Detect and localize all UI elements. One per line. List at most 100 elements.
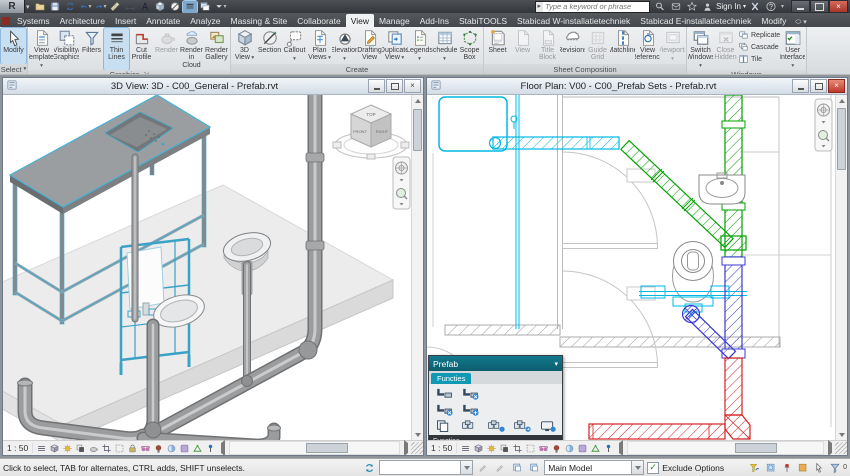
child-close-button[interactable]: × (828, 79, 845, 93)
viewcube[interactable]: TOP FRONT RIGHT (332, 104, 410, 160)
visibility-graphics-button[interactable]: Visibility/ Graphics (54, 28, 79, 70)
temporary-hide-icon[interactable] (537, 442, 549, 454)
duplicate-view-button[interactable]: Duplicate View ▾ (382, 28, 407, 64)
select-underlay-icon[interactable] (764, 461, 778, 474)
visual-style-icon[interactable] (48, 442, 60, 454)
cut-profile-button[interactable]: Cut Profile (129, 28, 154, 70)
active-workset-select[interactable] (379, 460, 474, 475)
tab-add-ins[interactable]: Add-Ins (415, 14, 454, 27)
tab-stabicad-e-installatietechniek[interactable]: Stabicad E-installatietechniek (635, 14, 756, 27)
child-restore-button[interactable] (386, 79, 403, 93)
temporary-view-properties-icon[interactable] (576, 442, 588, 454)
open-icon[interactable] (33, 1, 47, 13)
viewcube-front-label[interactable]: FRONT (353, 129, 367, 134)
filters-button[interactable]: Filters (79, 28, 104, 70)
chevron-down-icon[interactable] (631, 461, 644, 474)
tab-architecture[interactable]: Architecture (55, 14, 110, 27)
tab-annotate[interactable]: Annotate (141, 14, 185, 27)
select-links-icon[interactable] (748, 461, 762, 474)
tab-manage[interactable]: Manage (374, 14, 415, 27)
washbasin-plan[interactable] (698, 172, 746, 205)
search-icon[interactable] (653, 1, 666, 12)
render-gallery-button[interactable]: Render Gallery (204, 28, 229, 70)
child-close-button[interactable]: × (404, 79, 421, 93)
view-button[interactable]: View (510, 28, 535, 64)
design-options-pick-icon[interactable] (527, 461, 541, 474)
collapse-view-bar-icon[interactable] (218, 440, 228, 456)
modify-button[interactable]: Modify (0, 27, 27, 65)
design-option-select[interactable]: Main Model (544, 460, 645, 475)
tab-functies[interactable]: Functies (431, 373, 472, 384)
window-3d-title-bar[interactable]: 3D View: 3D - C00_General - Prefab.rvt × (3, 78, 423, 95)
child-minimize-button[interactable] (792, 79, 809, 93)
callout-button[interactable]: Callout ▾ (282, 28, 307, 64)
render-cloud-button[interactable]: Render in Cloud (179, 28, 204, 70)
close-button[interactable]: × (829, 0, 848, 13)
tab-modify[interactable]: Modify (756, 14, 791, 27)
navigation-bar[interactable] (392, 156, 411, 210)
prefab-set-tool-3-button[interactable] (510, 418, 534, 433)
guide-grid-button[interactable]: Guide Grid (585, 28, 610, 64)
exclude-options-checkbox[interactable]: ✓ (647, 461, 660, 474)
legends-button[interactable]: Legends ▾ (407, 28, 432, 64)
tab-massing-site[interactable]: Massing & Site (226, 14, 293, 27)
threed-view-button[interactable]: 3D View ▾ (232, 28, 257, 64)
reveal-hidden-icon[interactable] (152, 442, 164, 454)
switch-windows-button[interactable]: Switch Windows ▾ (688, 28, 713, 70)
drafting-view-button[interactable]: Drafting View (357, 28, 382, 64)
sync-icon[interactable] (63, 1, 77, 13)
prefab-set-tool-1-button[interactable] (458, 418, 482, 433)
reveal-hidden-icon[interactable] (550, 442, 562, 454)
copy-prefab-sets-button[interactable] (432, 418, 456, 433)
temporary-view-properties-icon[interactable] (178, 442, 190, 454)
canvas-3d-view[interactable]: TOP FRONT RIGHT (3, 95, 423, 440)
thin-lines-icon[interactable] (181, 0, 198, 14)
crop-view-icon[interactable] (100, 442, 112, 454)
horizontal-scrollbar[interactable] (229, 441, 400, 455)
create-prefab-set-from-selection-button[interactable] (458, 386, 482, 401)
viewports-button[interactable]: Viewports ▾ (660, 28, 685, 64)
shadows-icon[interactable] (498, 442, 510, 454)
undo-icon[interactable]: ▾ (78, 1, 92, 13)
tab-systems[interactable]: Systems (12, 14, 55, 27)
tab-stabitools[interactable]: StabiTOOLS (454, 14, 512, 27)
create-prefab-set-button[interactable] (432, 386, 456, 401)
minimize-button[interactable] (791, 0, 810, 13)
shadows-icon[interactable] (74, 442, 86, 454)
text-icon[interactable] (138, 1, 152, 13)
view-reference-button[interactable]: View Reference (635, 28, 660, 64)
scroll-thumb[interactable] (735, 443, 778, 453)
tile-button[interactable]: Tile (738, 54, 780, 65)
cascade-button[interactable]: Cascade (738, 42, 780, 53)
section-icon[interactable] (168, 1, 182, 13)
vertical-scrollbar[interactable] (411, 95, 423, 440)
viewcube-top-label[interactable]: TOP (366, 112, 375, 117)
thin-lines-button[interactable]: Thin Lines (103, 27, 130, 71)
constraints-icon[interactable] (204, 442, 216, 454)
detail-level-icon[interactable] (35, 442, 47, 454)
design-options-icon[interactable] (510, 461, 524, 474)
scroll-right-arrow[interactable] (401, 440, 411, 456)
select-pinned-icon[interactable] (780, 461, 794, 474)
prefab-set-tool-2-button[interactable] (484, 418, 508, 433)
constraints-icon[interactable] (602, 442, 614, 454)
tab-stabicad-w-installatietechniek[interactable]: Stabicad W-installatietechniek (512, 14, 635, 27)
ribbon-display-toggle[interactable]: ⬭ ▾ (795, 18, 806, 27)
selection-filter-icon[interactable] (828, 461, 842, 474)
visual-style-icon[interactable] (472, 442, 484, 454)
analytical-model-icon[interactable] (191, 442, 203, 454)
render-dialog-icon[interactable] (87, 442, 99, 454)
chevron-down-icon[interactable] (460, 461, 473, 474)
add-to-prefab-set-button[interactable] (458, 402, 482, 417)
crop-region-icon[interactable] (113, 442, 125, 454)
editable-only-icon[interactable] (493, 461, 507, 474)
save-icon[interactable] (48, 1, 62, 13)
user-interface-button[interactable]: User Interface ▾ (780, 28, 805, 70)
editing-requests-icon[interactable] (476, 461, 490, 474)
scale-button[interactable]: 1 : 50 (427, 443, 458, 453)
matchline-button[interactable]: Matchline (610, 28, 635, 64)
plan-views-button[interactable]: Plan Views ▾ (307, 28, 332, 64)
scroll-down-arrow[interactable] (836, 429, 847, 440)
app-menu-caret-icon[interactable]: ▾ (26, 3, 30, 11)
locked-3d-icon[interactable] (126, 442, 138, 454)
